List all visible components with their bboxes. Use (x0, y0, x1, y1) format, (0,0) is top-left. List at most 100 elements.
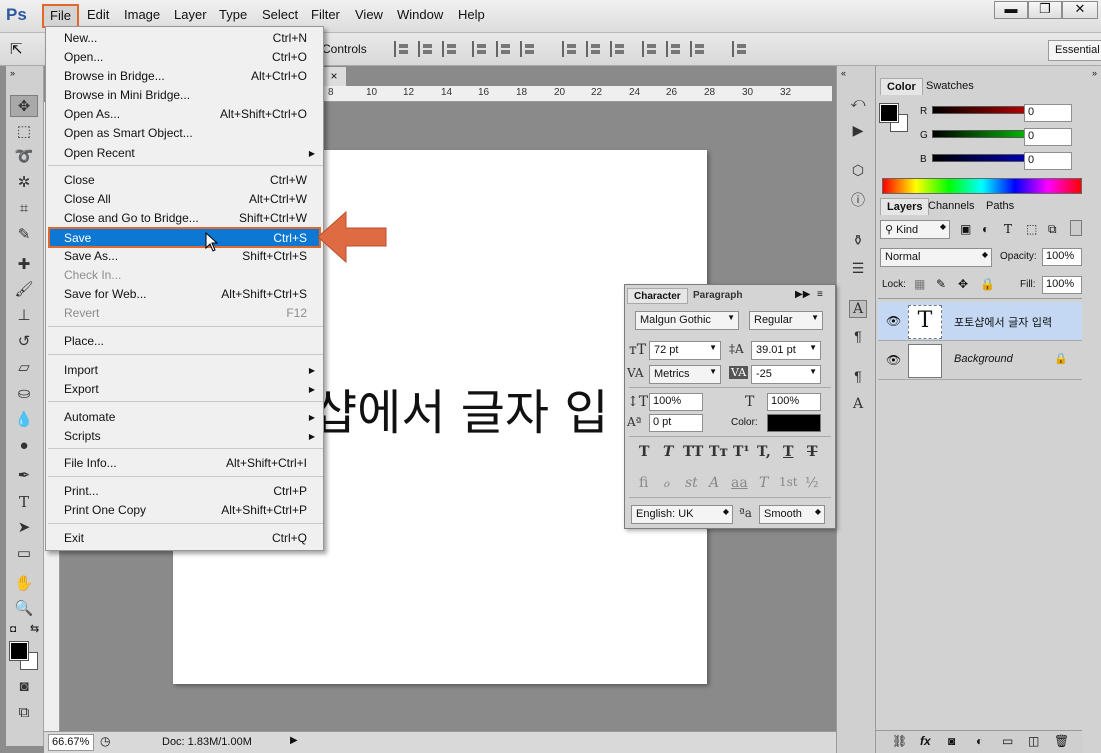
filter-pixel-icon[interactable]: ▣ (960, 222, 971, 236)
baseline-shift-field[interactable]: 0 pt (649, 414, 703, 432)
paragraph-styles-icon[interactable]: ¶ (849, 368, 867, 386)
zoom-tool-icon[interactable]: 🔍 (10, 598, 38, 620)
clone-stamp-tool-icon[interactable]: ⊥ (10, 305, 38, 327)
collapse-panels-icon[interactable]: » (1092, 68, 1097, 78)
paint-bucket-tool-icon[interactable]: ⛀ (10, 383, 38, 405)
type-tool-icon[interactable]: T (10, 491, 38, 513)
mask-icon[interactable]: ◙ (948, 734, 955, 748)
lock-transparent-icon[interactable]: ▦ (914, 277, 925, 291)
superscript-button[interactable]: T¹ (733, 444, 750, 460)
eyedropper-tool-icon[interactable]: ✎ (10, 224, 38, 246)
maximize-button[interactable]: ❐ (1028, 1, 1062, 19)
ordinals-button[interactable]: 1st (779, 475, 798, 489)
menu-item-file-info[interactable]: File Info... Alt+Shift+Ctrl+I (48, 454, 321, 473)
titling-alternates-button[interactable]: T (759, 475, 768, 491)
menu-item-browse-in-mini-bridge[interactable]: Browse in Mini Bridge... (48, 86, 321, 105)
old-style-button[interactable]: ℴ (663, 475, 669, 491)
antialias-select[interactable]: Smooth ◆ (759, 505, 825, 524)
menu-filter[interactable]: Filter (311, 7, 340, 22)
opacity-field[interactable]: 100% (1042, 248, 1082, 266)
menu-view[interactable]: View (355, 7, 383, 22)
paragraph-panel-icon[interactable]: ¶ (849, 328, 867, 346)
language-select[interactable]: English: UK ◆ (631, 505, 733, 524)
auto-align-icon[interactable] (732, 41, 748, 57)
foreground-color-swatch[interactable] (10, 642, 28, 660)
layer-row[interactable]: 👁 T 포토샵에서 글자 입력 (878, 302, 1082, 341)
align-bottom-icon[interactable] (442, 41, 458, 57)
info-panel-icon[interactable]: ⓘ (849, 190, 867, 208)
dodge-tool-icon[interactable]: ● (10, 435, 38, 457)
document-tab-close[interactable]: × (322, 67, 346, 86)
fractions-button[interactable]: ½ (805, 475, 819, 491)
visibility-eye-icon[interactable]: 👁 (886, 314, 901, 328)
menu-item-save-for-web[interactable]: Save for Web... Alt+Shift+Ctrl+S (48, 285, 321, 304)
leading-field[interactable]: 39.01 pt ▼ (751, 341, 821, 360)
menu-file[interactable]: File (42, 4, 79, 28)
move-tool-icon[interactable]: ✥ (10, 95, 38, 117)
filter-toggle[interactable] (1070, 220, 1082, 236)
menu-item-close-all[interactable]: Close All Alt+Ctrl+W (48, 190, 321, 209)
text-color-swatch[interactable] (767, 414, 821, 432)
tracking-field[interactable]: -25 ▼ (751, 365, 821, 384)
3d-panel-icon[interactable]: ⬡ (849, 162, 867, 180)
menu-edit[interactable]: Edit (87, 7, 109, 22)
faux-bold-button[interactable]: T (639, 444, 649, 460)
default-colors-icon[interactable]: ◘ (10, 624, 16, 635)
menu-item-place[interactable]: Place... (48, 332, 321, 351)
status-menu-arrow-icon[interactable]: ▶ (290, 735, 298, 746)
menu-item-close-and-go-to-bridge[interactable]: Close and Go to Bridge... Shift+Ctrl+W (48, 209, 321, 228)
subscript-button[interactable]: T, (757, 444, 771, 460)
panel-menu-icon[interactable]: ≡ (817, 289, 823, 300)
font-style-select[interactable]: Regular ▼ (749, 311, 823, 330)
folder-icon[interactable]: ▭ (1002, 734, 1013, 748)
tab-channels[interactable]: Channels (922, 198, 980, 215)
align-top-icon[interactable] (394, 41, 410, 57)
quick-mask-icon[interactable]: ◙ (10, 676, 38, 698)
zoom-level-field[interactable]: 66.67% (48, 734, 94, 751)
align-vcenter-icon[interactable] (418, 41, 434, 57)
adjustments-panel-icon[interactable]: ☰ (849, 260, 867, 278)
menu-select[interactable]: Select (262, 7, 298, 22)
vertical-scale-field[interactable]: 100% (649, 393, 703, 411)
strikethrough-button[interactable]: T (807, 444, 817, 460)
canvas-text-layer[interactable]: 샵에서 글자 입 (313, 373, 608, 443)
status-info-icon[interactable]: ◷ (100, 734, 110, 748)
minimize-button[interactable]: ▬ (994, 1, 1028, 19)
menu-item-scripts[interactable]: Scripts ▶ (48, 427, 321, 446)
actions-panel-icon[interactable]: ▶ (849, 122, 867, 140)
link-icon[interactable]: ⛓ (892, 734, 907, 748)
lock-all-icon[interactable]: 🔒 (980, 277, 995, 291)
menu-item-browse-in-bridge[interactable]: Browse in Bridge... Alt+Ctrl+O (48, 67, 321, 86)
lock-image-icon[interactable]: ✎ (936, 277, 946, 291)
filter-smart-object-icon[interactable]: ⧉ (1048, 222, 1057, 237)
menu-help[interactable]: Help (458, 7, 485, 22)
red-value-field[interactable]: 0 (1024, 104, 1072, 122)
brush-panel-icon[interactable]: ⚱ (849, 232, 867, 250)
menu-item-automate[interactable]: Automate ▶ (48, 408, 321, 427)
kerning-select[interactable]: Metrics ▼ (649, 365, 721, 384)
all-caps-button[interactable]: TT (683, 444, 703, 460)
history-brush-tool-icon[interactable]: ↺ (10, 331, 38, 353)
fx-icon[interactable]: fx (920, 734, 931, 748)
horizontal-scale-field[interactable]: 100% (767, 393, 821, 411)
distribute-hcenter-icon[interactable] (666, 41, 682, 57)
menu-item-save[interactable]: Save Ctrl+S (48, 227, 321, 248)
layer-name[interactable]: 포토샵에서 글자 입력 (954, 314, 1052, 330)
visibility-eye-icon[interactable]: 👁 (886, 353, 901, 367)
distribute-left-icon[interactable] (642, 41, 658, 57)
blur-tool-icon[interactable]: 💧 (10, 409, 38, 431)
menu-item-open-as[interactable]: Open As... Alt+Shift+Ctrl+O (48, 105, 321, 124)
faux-italic-button[interactable]: T (663, 444, 673, 460)
filter-adjustment-icon[interactable]: ◐ (982, 222, 989, 236)
eraser-tool-icon[interactable]: ▱ (10, 357, 38, 379)
screen-mode-icon[interactable]: ⧉ (10, 702, 38, 724)
menu-item-open-as-smart-object[interactable]: Open as Smart Object... (48, 124, 321, 143)
green-value-field[interactable]: 0 (1024, 128, 1072, 146)
swap-colors-icon[interactable]: ⇆ (30, 622, 39, 635)
crop-tool-icon[interactable]: ⌗ (10, 198, 38, 220)
menu-item-open[interactable]: Open... Ctrl+O (48, 48, 321, 67)
menu-item-exit[interactable]: Exit Ctrl+Q (48, 529, 321, 548)
stylistic-alternates-button[interactable]: aa (731, 475, 748, 491)
align-hcenter-icon[interactable] (496, 41, 512, 57)
pen-tool-icon[interactable]: ✒ (10, 465, 38, 487)
